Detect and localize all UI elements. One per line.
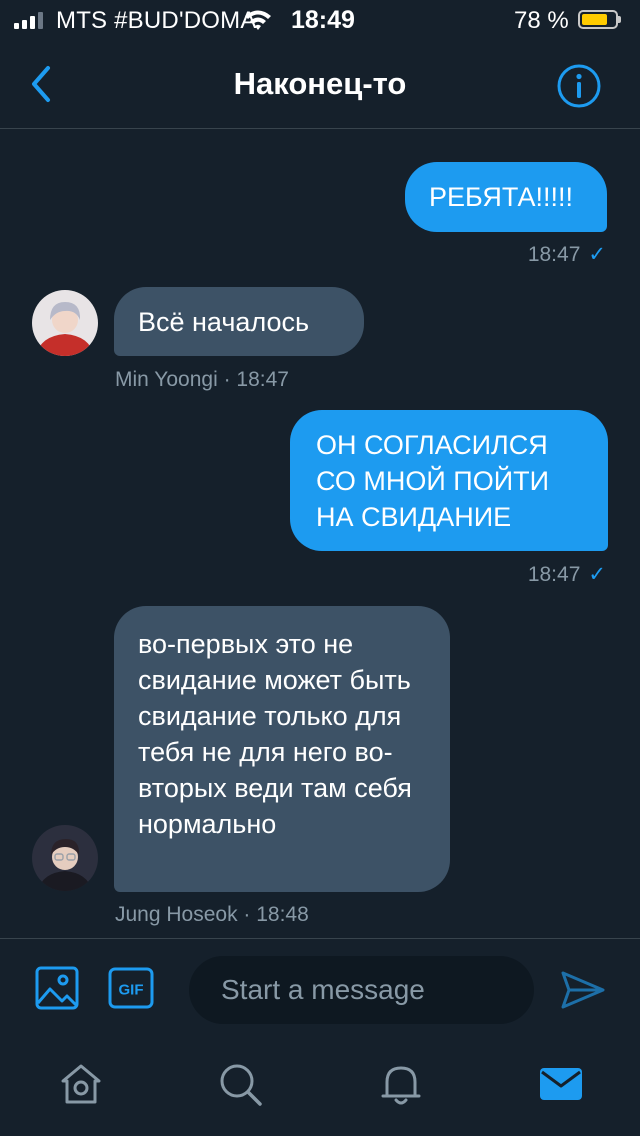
message-meta: 18:47 ✓ (528, 562, 606, 587)
message-composer: GIF (0, 938, 640, 1039)
message-time: 18:47 (527, 563, 581, 586)
info-icon[interactable] (556, 63, 602, 109)
message-meta: Jung Hoseok · 18:48 (115, 903, 309, 926)
gif-button[interactable]: GIF (108, 967, 154, 1009)
mail-icon[interactable] (537, 1060, 585, 1108)
carrier-name: MTS #BUD'DOMA (56, 7, 257, 34)
message-bubble-incoming[interactable]: во-первых это не свидание может быть сви… (114, 606, 450, 892)
checkmark-icon: ✓ (588, 243, 606, 266)
message-bubble-outgoing[interactable]: РЕБЯТА!!!!! (405, 162, 607, 232)
battery-icon (578, 10, 621, 29)
tab-bar (0, 1040, 640, 1136)
search-icon[interactable] (216, 1060, 264, 1108)
battery-level (582, 14, 607, 25)
checkmark-icon: ✓ (588, 563, 606, 586)
message-bubble-incoming[interactable]: Всё началось (114, 287, 364, 356)
message-meta: Min Yoongi · 18:47 (115, 368, 289, 391)
avatar[interactable] (32, 290, 98, 356)
status-time: 18:49 (291, 6, 355, 34)
message-meta: 18:47 ✓ (528, 242, 606, 267)
svg-text:GIF: GIF (119, 982, 144, 999)
status-bar: MTS #BUD'DOMA 18:49 78 % (0, 0, 640, 40)
battery-percent: 78 % (514, 7, 569, 34)
home-icon[interactable] (57, 1060, 105, 1108)
conversation-header: Наконец-то (0, 40, 640, 129)
signal-icon (14, 11, 43, 29)
conversation-title: Наконец-то (233, 66, 407, 101)
gif-icon: GIF (108, 967, 154, 1009)
send-icon[interactable] (560, 969, 606, 1011)
message-time: 18:47 (527, 243, 581, 266)
image-icon[interactable] (34, 965, 80, 1011)
message-input[interactable] (189, 956, 534, 1024)
bell-icon[interactable] (377, 1060, 425, 1108)
message-bubble-outgoing[interactable]: ОН СОГЛАСИЛСЯ СО МНОЙ ПОЙТИ НА СВИДАНИЕ (290, 410, 608, 551)
avatar[interactable] (32, 825, 98, 891)
dm-screen: MTS #BUD'DOMA 18:49 78 % Наконец-то РЕБЯ… (0, 0, 640, 1136)
wifi-icon (245, 10, 271, 30)
